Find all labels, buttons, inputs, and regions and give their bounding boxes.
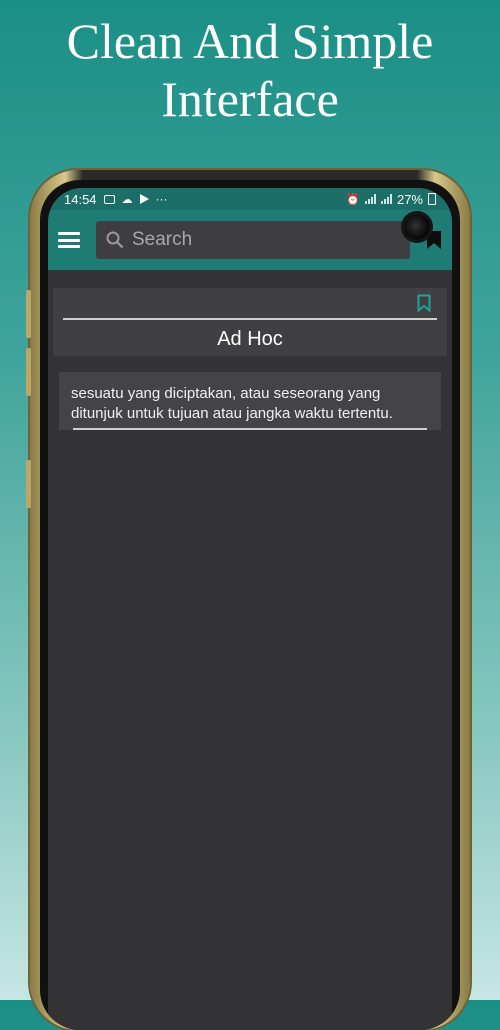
search-bar[interactable] bbox=[96, 221, 410, 259]
word-card: Ad Hoc bbox=[53, 288, 447, 356]
phone-frame: 14:54 ☁ ··· ⏰ 27% Search Ad Hoc sesuatu … bbox=[26, 170, 470, 1030]
app-toolbar bbox=[48, 210, 452, 270]
word-divider bbox=[63, 318, 437, 320]
battery-icon bbox=[428, 193, 436, 205]
menu-icon[interactable] bbox=[58, 232, 80, 248]
status-bar: 14:54 ☁ ··· ⏰ 27% bbox=[48, 188, 452, 210]
definition-divider bbox=[73, 428, 427, 430]
promo-title-line1: Clean And Simple bbox=[66, 13, 434, 69]
promo-title: Clean And Simple Interface bbox=[0, 12, 500, 128]
play-notification-icon bbox=[139, 194, 149, 204]
promo-title-line2: Interface bbox=[161, 71, 339, 127]
front-camera bbox=[404, 214, 430, 240]
bookmark-outline-icon[interactable] bbox=[417, 294, 431, 312]
search-input[interactable] bbox=[130, 228, 394, 252]
cloud-notification-icon: ☁ bbox=[121, 193, 133, 206]
phone-bezel: 14:54 ☁ ··· ⏰ 27% Search Ad Hoc sesuatu … bbox=[40, 180, 460, 1030]
search-icon bbox=[106, 231, 124, 249]
status-time: 14:54 bbox=[64, 191, 97, 207]
definition-text: sesuatu yang diciptakan, atau seseorang … bbox=[71, 385, 393, 422]
word-title: Ad Hoc bbox=[217, 328, 283, 350]
more-notifications: ··· bbox=[155, 192, 168, 206]
battery-percent: 27% bbox=[396, 191, 423, 207]
image-notification-icon bbox=[103, 194, 115, 204]
volume-button bbox=[26, 290, 31, 338]
signal-icon bbox=[364, 194, 376, 204]
definition-card: sesuatu yang diciptakan, atau seseorang … bbox=[59, 372, 441, 430]
app-screen: 14:54 ☁ ··· ⏰ 27% Search Ad Hoc sesuatu … bbox=[48, 188, 452, 1030]
bixby-button bbox=[26, 460, 31, 508]
alarm-icon: ⏰ bbox=[346, 193, 360, 206]
volume-button-2 bbox=[26, 348, 31, 396]
signal-icon-2 bbox=[380, 194, 392, 204]
